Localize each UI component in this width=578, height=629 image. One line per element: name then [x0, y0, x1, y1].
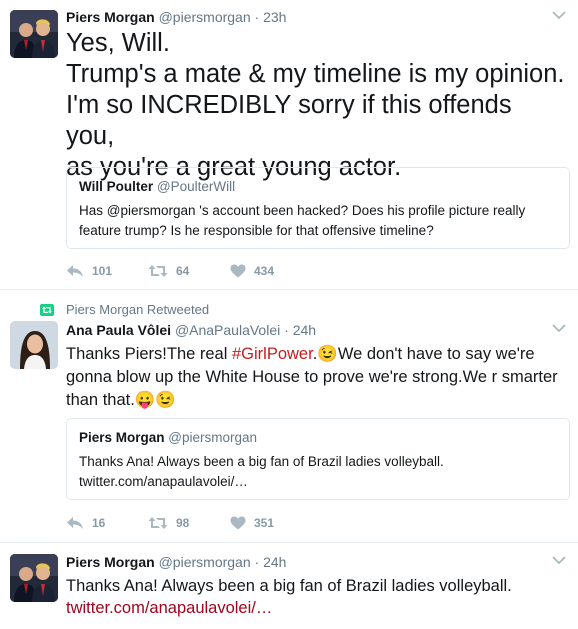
- like-button[interactable]: 434: [230, 262, 274, 280]
- reply-icon: [67, 517, 83, 529]
- like-button[interactable]: 351: [230, 514, 274, 532]
- timestamp[interactable]: 23h: [263, 9, 286, 25]
- tweet-text: Thanks Piers!The real #GirlPower.😉We don…: [66, 343, 566, 412]
- tweet-header: Ana Paula Vôlei @AnaPaulaVolei · 24h: [66, 321, 316, 339]
- tweet-text-part: Thanks Piers!The real: [66, 345, 232, 363]
- tweet[interactable]: Piers Morgan @piersmorgan · 24h Thanks A…: [0, 544, 578, 629]
- reply-count: 101: [92, 264, 113, 278]
- tweet-text-line: Thanks Ana! Always been a big fan of Bra…: [66, 577, 512, 595]
- reply-button[interactable]: 101: [66, 262, 112, 280]
- chevron-down-icon[interactable]: [552, 10, 566, 20]
- timestamp[interactable]: 24h: [263, 554, 286, 570]
- tweet-text: Thanks Ana! Always been a big fan of Bra…: [66, 575, 566, 619]
- chevron-down-icon[interactable]: [552, 555, 566, 565]
- reply-count: 16: [92, 516, 106, 530]
- separator: ·: [284, 322, 289, 338]
- chevron-down-icon[interactable]: [552, 323, 566, 333]
- tweet-text-line: Yes, Will.: [66, 29, 170, 57]
- retweet-icon: [148, 265, 168, 277]
- tweet-header: Piers Morgan @piersmorgan · 23h: [66, 8, 286, 26]
- retweet-count: 98: [176, 516, 190, 530]
- retweet-context: Piers Morgan Retweeted: [40, 302, 209, 318]
- tweet-link[interactable]: twitter.com/anapaulavolei/…: [66, 597, 566, 619]
- author-handle[interactable]: @AnaPaulaVolei: [175, 322, 280, 338]
- author-handle[interactable]: @piersmorgan: [159, 554, 251, 570]
- reply-button[interactable]: 16: [66, 514, 105, 532]
- tweet-text-line: I'm so INCREDIBLY sorry if this offends …: [66, 91, 512, 150]
- retweet-context-label[interactable]: Piers Morgan Retweeted: [66, 302, 209, 318]
- avatar[interactable]: [10, 321, 58, 369]
- quote-author-name: Piers Morgan: [79, 430, 165, 445]
- quoted-tweet[interactable]: Will Poulter @PoulterWill Has @piersmorg…: [66, 167, 570, 249]
- quote-author-handle: @PoulterWill: [156, 179, 236, 194]
- retweet-button[interactable]: 98: [148, 514, 189, 532]
- hashtag-link[interactable]: #GirlPower: [232, 345, 313, 363]
- retweeted-icon: [40, 304, 54, 316]
- avatar[interactable]: [10, 554, 58, 602]
- quote-text-line: Thanks Ana! Always been a big fan of Bra…: [79, 454, 444, 469]
- quote-link: twitter.com/anapaulavolei/…: [79, 474, 248, 489]
- tweet[interactable]: Piers Morgan @piersmorgan · 23h Yes, Wil…: [0, 0, 578, 290]
- retweet-icon: [148, 517, 168, 529]
- timestamp[interactable]: 24h: [293, 322, 316, 338]
- separator: ·: [254, 554, 260, 570]
- wink-emoji: 😉: [155, 391, 176, 409]
- quote-text: Has @piersmorgan 's account been hacked?…: [79, 203, 526, 238]
- avatar[interactable]: [10, 10, 58, 58]
- tweet-header: Piers Morgan @piersmorgan · 24h: [66, 553, 286, 571]
- like-count: 434: [254, 264, 275, 278]
- quote-header: Will Poulter @PoulterWill: [79, 178, 557, 196]
- heart-icon: [230, 516, 246, 530]
- wink-emoji: 😉: [317, 345, 338, 363]
- quote-author-name: Will Poulter: [79, 179, 154, 194]
- tweet-text: Yes, Will. Trump's a mate & my timeline …: [66, 28, 566, 183]
- quote-header: Piers Morgan @piersmorgan: [79, 429, 557, 447]
- quote-text: Thanks Ana! Always been a big fan of Bra…: [79, 452, 557, 492]
- separator: ·: [254, 9, 260, 25]
- quoted-tweet[interactable]: Piers Morgan @piersmorgan Thanks Ana! Al…: [66, 418, 570, 500]
- tweet[interactable]: Piers Morgan Retweeted Ana Paula Vôlei @…: [0, 291, 578, 543]
- like-count: 351: [254, 516, 275, 530]
- author-name[interactable]: Piers Morgan: [66, 9, 155, 25]
- retweet-count: 64: [176, 264, 190, 278]
- retweet-button[interactable]: 64: [148, 262, 189, 280]
- author-name[interactable]: Ana Paula Vôlei: [66, 322, 171, 338]
- reply-icon: [67, 265, 83, 277]
- tongue-emoji: 😛: [134, 391, 156, 409]
- heart-icon: [230, 264, 246, 278]
- author-name[interactable]: Piers Morgan: [66, 554, 155, 570]
- tweet-text-line: Trump's a mate & my timeline is my opini…: [66, 60, 565, 88]
- quote-author-handle: @piersmorgan: [168, 430, 258, 445]
- author-handle[interactable]: @piersmorgan: [159, 9, 251, 25]
